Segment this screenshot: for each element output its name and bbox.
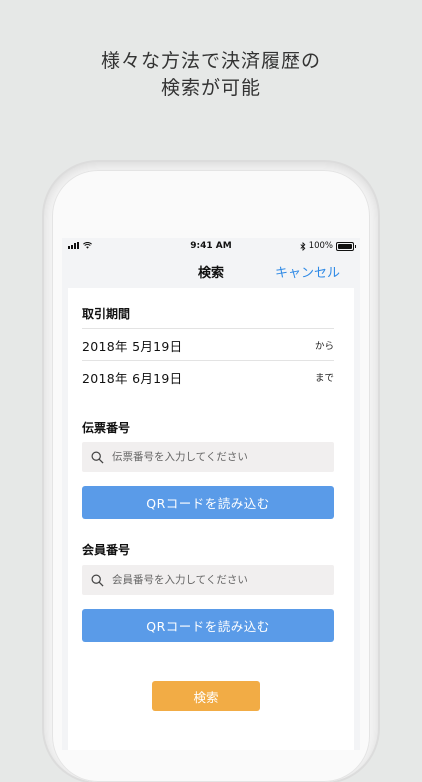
cancel-button[interactable]: キャンセル bbox=[275, 262, 340, 281]
slip-number-field[interactable] bbox=[82, 442, 334, 472]
battery-percent: 100% bbox=[308, 241, 333, 251]
member-number-field[interactable] bbox=[82, 565, 334, 595]
to-date-value: 2018年 6月19日 bbox=[82, 370, 183, 386]
member-number-input[interactable] bbox=[110, 573, 324, 587]
battery-icon bbox=[336, 241, 356, 251]
slip-number-input[interactable] bbox=[110, 450, 324, 464]
headline-line-1: 様々な方法で決済履歴の bbox=[100, 50, 321, 72]
headline: 様々な方法で決済履歴の 検索が可能 bbox=[0, 48, 422, 102]
slip-qr-scan-button[interactable]: QRコードを読み込む bbox=[82, 486, 334, 519]
bluetooth-icon bbox=[300, 241, 306, 251]
member-qr-scan-button[interactable]: QRコードを読み込む bbox=[82, 609, 334, 642]
search-icon bbox=[91, 574, 104, 587]
status-right: 100% bbox=[300, 241, 356, 251]
slip-number-label: 伝票番号 bbox=[82, 421, 131, 435]
search-form: 取引期間 2018年 5月19日 から 2018年 6月19日 まで 伝票番号 … bbox=[68, 288, 354, 750]
member-number-label: 会員番号 bbox=[82, 543, 131, 557]
status-bar: 9:41 AM 100% bbox=[62, 238, 360, 254]
to-date-suffix: まで bbox=[314, 373, 334, 384]
from-date-value: 2018年 5月19日 bbox=[82, 338, 183, 354]
from-date-row[interactable]: 2018年 5月19日 から bbox=[82, 328, 334, 361]
from-date-suffix: から bbox=[314, 341, 334, 352]
search-icon bbox=[91, 451, 104, 464]
to-date-row[interactable]: 2018年 6月19日 まで bbox=[82, 360, 334, 393]
headline-line-2: 検索が可能 bbox=[160, 77, 261, 99]
search-button[interactable]: 検索 bbox=[152, 681, 260, 711]
navigation-bar: 検索 キャンセル bbox=[62, 254, 360, 288]
phone-screen: 9:41 AM 100% 検索 キャンセル 取引期間 2018年 5月19日 か… bbox=[62, 238, 360, 750]
transaction-period-label: 取引期間 bbox=[82, 307, 131, 321]
